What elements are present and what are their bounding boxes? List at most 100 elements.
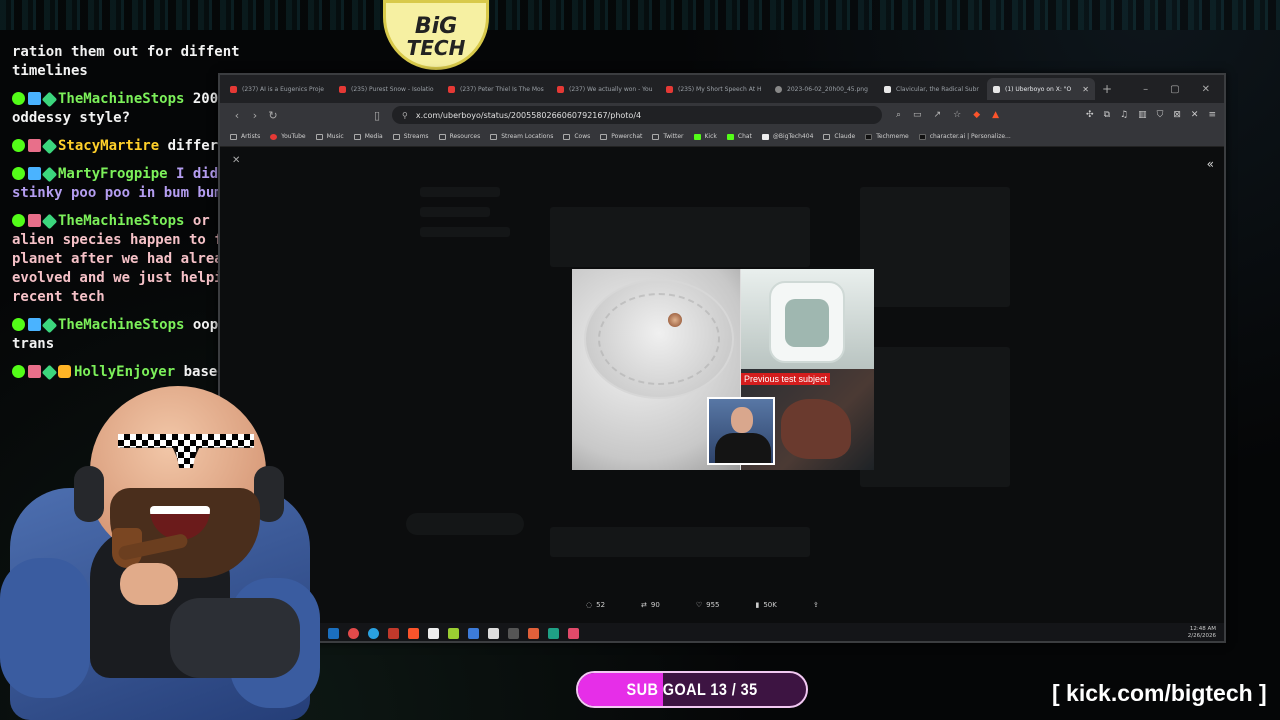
kick-icon (693, 133, 701, 140)
screenshot-icon[interactable]: ⧉ (1104, 110, 1110, 120)
headphone-left (74, 466, 104, 522)
app-icon[interactable] (528, 627, 539, 639)
monkey-figure (781, 399, 851, 459)
back-icon[interactable]: ‹ (228, 109, 246, 122)
logo-line-1: BiG (414, 14, 458, 39)
kick-icon (726, 133, 734, 140)
share-icon[interactable]: ↗ (934, 110, 942, 120)
cast-icon[interactable]: ▭ (913, 110, 922, 120)
youtube-icon (230, 85, 237, 93)
youtube-icon (339, 85, 346, 93)
brave-shields-icon[interactable]: ◆ (973, 110, 980, 120)
bookmark-item[interactable]: Music (315, 133, 344, 140)
obs-icon[interactable] (348, 627, 359, 639)
menu-icon[interactable]: ≡ (1208, 110, 1216, 120)
collapse-panel-icon[interactable]: « (1207, 157, 1214, 171)
site-info-icon[interactable]: ⚲ (402, 111, 408, 120)
app-icon[interactable] (548, 627, 559, 639)
shield-icon[interactable]: ⛉ (1157, 110, 1164, 120)
bookmark-item[interactable]: Claude (823, 133, 855, 140)
folder-icon (652, 133, 660, 140)
browser-tab[interactable]: (235) Purest Snow - Isolatio (333, 78, 441, 100)
brave-icon[interactable] (408, 627, 419, 639)
bookmark-star-icon[interactable]: ☆ (953, 110, 961, 120)
browser-tab[interactable]: (1) Uberboyo on X: "O ✕ (987, 78, 1095, 100)
bookmark-item[interactable]: character.ai | Personalize... (918, 133, 1011, 140)
app-icon[interactable] (428, 627, 439, 639)
bookmark-item[interactable]: Chat (726, 133, 752, 140)
forward-icon[interactable]: › (246, 109, 264, 122)
new-tab-icon[interactable]: + (1102, 82, 1112, 96)
zoom-icon[interactable]: ⌕ (896, 110, 901, 120)
bookmark-label: Stream Locations (501, 133, 554, 140)
bookmark-icon[interactable]: ▯ (368, 109, 386, 122)
extensions-icon[interactable]: ✣ (1086, 110, 1094, 120)
url-field[interactable]: ⚲ x.com/uberboyo/status/2005580266060792… (392, 106, 882, 124)
bookmark-label: @BigTech404 (772, 133, 814, 140)
sidebar-icon[interactable]: ▥ (1138, 110, 1147, 120)
chat-username[interactable]: MartyFrogpipe (58, 166, 168, 182)
close-viewer-icon[interactable]: ✕ (232, 155, 240, 166)
bookmark-item[interactable]: YouTube (270, 133, 306, 140)
person-suit (715, 433, 771, 463)
tab-title: (237) AI is a Eugenics Proje (242, 85, 324, 93)
rank-badge-icon (58, 365, 71, 378)
views-button[interactable]: ▮ 50K (755, 601, 776, 609)
sub-badge-icon (28, 365, 41, 378)
sub-badge-icon (28, 214, 41, 227)
reply-button[interactable]: ◌ 52 (586, 601, 605, 609)
browser-tab[interactable]: (235) My Short Speech At H (660, 78, 768, 100)
bookmark-item[interactable]: Stream Locations (490, 133, 553, 140)
reload-icon[interactable]: ↻ (264, 109, 282, 122)
bookmark-item[interactable]: Powerchat (600, 133, 642, 140)
bookmark-label: Chat (737, 133, 752, 140)
chat-username[interactable]: StacyMartire (58, 138, 159, 154)
wallet-icon[interactable]: ⊠ (1173, 110, 1181, 120)
minimize-icon[interactable]: – (1143, 84, 1148, 95)
telegram-icon[interactable] (368, 627, 379, 639)
browser-tab[interactable]: (237) Peter Thiel Is The Mos (442, 78, 550, 100)
views-count: 50K (763, 601, 777, 609)
bookmark-label: Techmeme (876, 133, 909, 140)
chat-username[interactable]: TheMachineStops (58, 317, 184, 333)
views-icon: ▮ (755, 601, 760, 609)
tab-close-icon[interactable]: ✕ (1082, 85, 1089, 94)
bookmark-item[interactable]: Cows (563, 133, 590, 140)
bookmark-item[interactable]: @BigTech404 (761, 133, 814, 140)
bookmark-item[interactable]: Techmeme (865, 133, 909, 140)
music-icon[interactable]: ♫ (1120, 110, 1128, 120)
share-post-button[interactable]: ⇪ (813, 601, 819, 609)
app-icon[interactable] (508, 627, 519, 639)
bookmark-item[interactable]: Streams (392, 133, 429, 140)
vscode-icon[interactable] (468, 627, 479, 639)
close-window-icon[interactable]: ✕ (1202, 84, 1210, 95)
bookmark-item[interactable]: Kick (693, 133, 717, 140)
profile-icon[interactable]: ✕ (1191, 110, 1199, 120)
chat-username[interactable]: TheMachineStops (58, 91, 184, 107)
bookmark-item[interactable]: Twitter (652, 133, 684, 140)
app-icon[interactable] (568, 627, 579, 639)
post-image[interactable]: Previous test subject (572, 269, 874, 470)
brave-rewards-icon[interactable]: ▲ (992, 110, 999, 120)
browser-tab[interactable]: (237) We actually won - You (551, 78, 659, 100)
recorder-icon[interactable] (388, 627, 399, 639)
extension-icons: ✣ ⧉ ♫ ▥ ⛉ ⊠ ✕ ≡ (1086, 110, 1216, 120)
kick-badge-icon (12, 167, 25, 180)
chat-username[interactable]: TheMachineStops (58, 213, 184, 229)
bookmark-item[interactable]: Artists (230, 133, 260, 140)
tool-icon[interactable] (448, 627, 459, 639)
steam-icon[interactable] (328, 627, 339, 639)
repost-button[interactable]: ⇄ 90 (641, 601, 660, 609)
browser-tab[interactable]: Clavicular, the Radical Subr (878, 78, 986, 100)
bookmark-label: Streams (403, 133, 429, 140)
like-button[interactable]: ♡ 955 (696, 601, 720, 609)
maximize-icon[interactable]: ▢ (1170, 84, 1179, 95)
system-tray-clock[interactable]: 12:48 AM 2/26/2026 (1188, 626, 1224, 640)
bookmark-label: Twitter (663, 133, 684, 140)
bookmark-item[interactable]: Media (353, 133, 383, 140)
google-icon[interactable] (488, 627, 499, 639)
browser-tab[interactable]: (237) AI is a Eugenics Proje (224, 78, 332, 100)
bookmark-item[interactable]: Resources (438, 133, 480, 140)
tab-title: 2023-06-02_20h00_45.png (787, 85, 868, 93)
browser-tab[interactable]: 2023-06-02_20h00_45.png (769, 78, 877, 100)
